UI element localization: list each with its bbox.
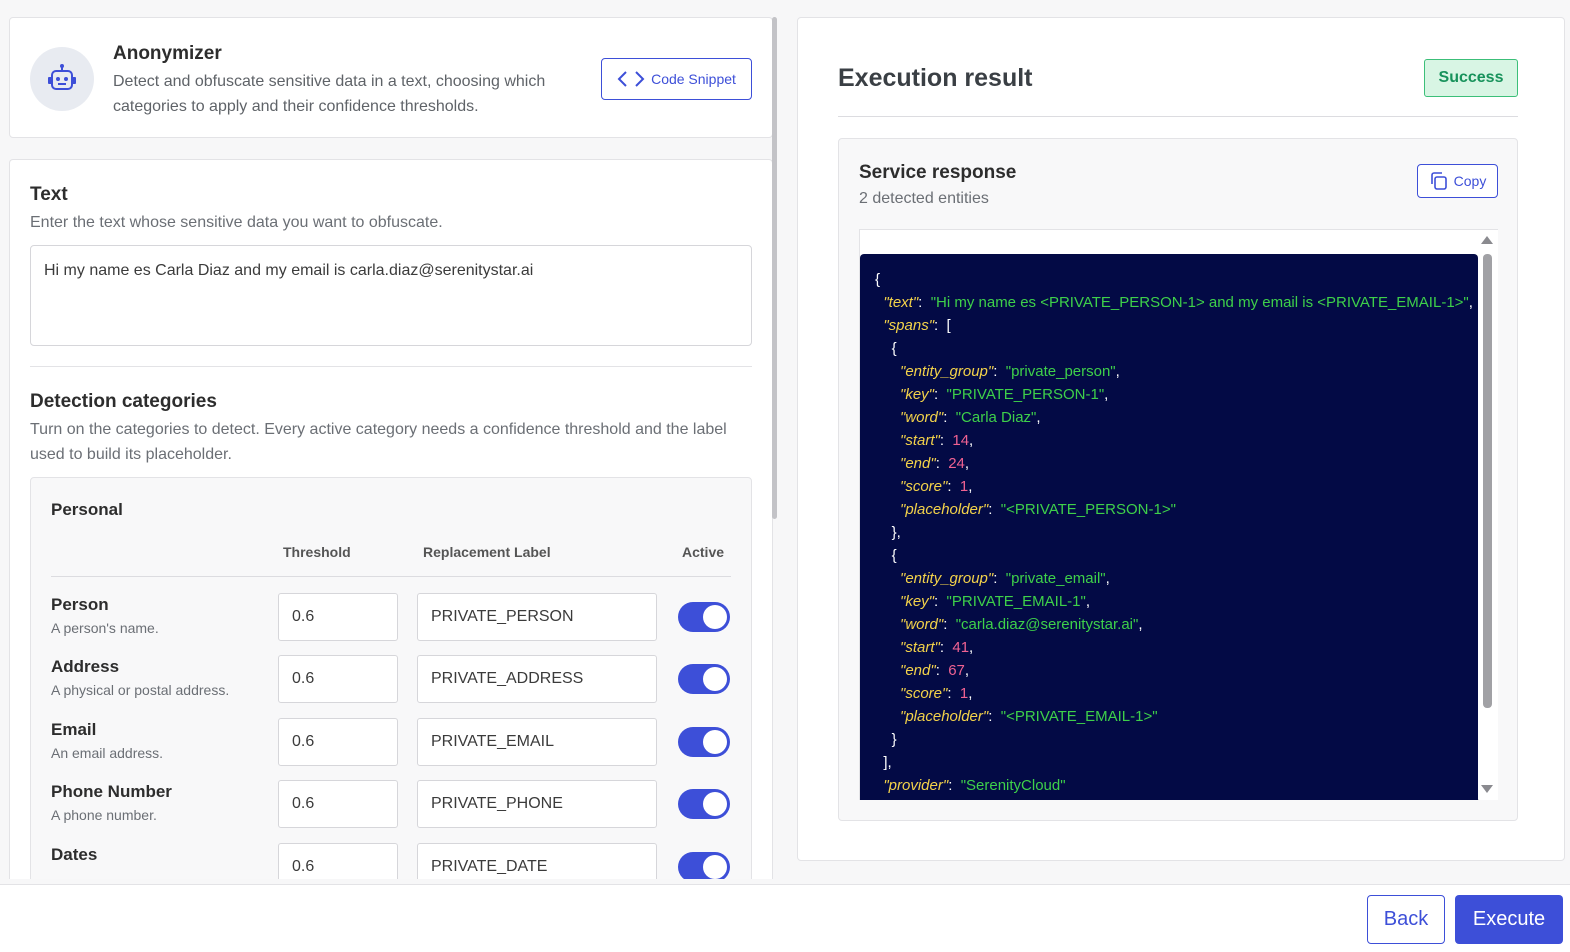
detection-title: Detection categories [30,391,217,412]
category-name: Phone Number [51,782,172,801]
json-line: } [875,731,897,748]
json-viewer: { "text": "Hi my name es <PRIVATE_PERSON… [859,229,1498,800]
replacement-label-input[interactable] [417,843,657,879]
form-card: Text Enter the text whose sensitive data… [9,159,773,879]
active-toggle[interactable] [678,664,730,694]
label-column-header: Replacement Label [423,544,551,560]
app-title: Anonymizer [113,43,222,64]
response-subtitle: 2 detected entities [859,190,989,207]
back-button[interactable]: Back [1367,895,1445,944]
code-snippet-button[interactable]: Code Snippet [601,58,752,100]
category-name: Email [51,720,97,739]
detection-description: Turn on the categories to detect. Every … [30,421,727,463]
category-description: A person's name. [51,620,159,636]
json-line: "end": 67, [900,662,970,679]
response-title: Service response [859,162,1017,183]
json-line: "score": 1, [900,685,973,702]
json-scrollbar-thumb[interactable] [1483,254,1492,708]
json-line: "start": 41, [900,639,974,656]
copy-icon [1430,172,1447,190]
json-line: "word": "Carla Diaz", [900,409,1041,426]
active-toggle[interactable] [678,852,730,879]
json-line: "start": 14, [900,432,974,449]
json-line: "placeholder": "<PRIVATE_PERSON-1>" [900,501,1176,518]
json-line: { [875,340,897,357]
threshold-input[interactable] [278,843,398,879]
code-icon [617,71,645,87]
threshold-column-header: Threshold [283,544,351,560]
json-line: "spans": [ [883,317,951,334]
category-name: Address [51,657,120,676]
json-line: { [875,547,897,564]
active-column-header: Active [682,544,725,560]
json-line: "placeholder": "<PRIVATE_EMAIL-1>" [900,708,1158,725]
service-response-box: Service response 2 detected entities Cop… [838,138,1518,821]
json-line: "word": "carla.diaz@serenitystar.ai", [900,616,1143,633]
text-section-description: Enter the text whose sensitive data you … [30,214,443,231]
text-section-title: Text [30,184,68,205]
copy-button[interactable]: Copy [1417,164,1498,198]
result-divider [838,116,1518,117]
json-line: "text": "Hi my name es <PRIVATE_PERSON-1… [883,294,1473,311]
json-line: "key": "PRIVATE_PERSON-1", [900,386,1109,403]
json-line: ], [875,754,892,771]
replacement-label-input[interactable] [417,780,657,828]
threshold-input[interactable] [278,780,398,828]
footer-bar [0,884,1570,952]
active-toggle[interactable] [678,602,730,632]
header-card: Anonymizer Detect and obfuscate sensitiv… [9,17,773,138]
header-divider [51,576,731,577]
json-line: }, [875,524,901,541]
json-line: { [875,271,881,288]
category-row-phone: Phone Number A phone number. [31,780,751,840]
category-description: An email address. [51,745,164,761]
category-row-address: Address A physical or postal address. [31,655,751,715]
result-card: Execution result Success Service respons… [797,17,1565,861]
replacement-label-input[interactable] [417,655,657,703]
status-badge: Success [1424,59,1518,97]
execute-button[interactable]: Execute [1455,895,1563,944]
section-divider [30,366,752,367]
json-line: "entity_group": "private_email", [900,570,1110,587]
active-toggle[interactable] [678,727,730,757]
category-row-dates: Dates [31,843,751,879]
left-panel-scrollbar[interactable] [772,17,777,519]
app-description: Detect and obfuscate sensitive data in a… [113,73,546,115]
category-name: Person [51,595,109,614]
category-group-title: Personal [51,500,123,519]
json-line: "provider": "SerenityCloud" [883,777,1066,794]
threshold-input[interactable] [278,655,398,703]
code-snippet-label: Code Snippet [651,71,736,87]
json-line: "key": "PRIVATE_EMAIL-1", [900,593,1091,610]
replacement-label-input[interactable] [417,593,657,641]
json-line: "score": 1, [900,478,973,495]
category-group-box: Personal Threshold Replacement Label Act… [30,477,752,879]
category-row-person: Person A person's name. [31,593,751,653]
robot-icon [30,47,94,111]
active-toggle[interactable] [678,789,730,819]
category-name: Dates [51,845,98,864]
category-row-email: Email An email address. [31,718,751,778]
result-title: Execution result [838,64,1033,92]
json-line: "entity_group": "private_person", [900,363,1120,380]
category-description: A physical or postal address. [51,682,230,698]
text-input[interactable]: Hi my name es Carla Diaz and my email is… [30,245,752,346]
threshold-input[interactable] [278,593,398,641]
copy-label: Copy [1453,173,1487,189]
scroll-up-icon[interactable] [1481,236,1493,244]
scroll-down-icon[interactable] [1481,785,1493,793]
threshold-input[interactable] [278,718,398,766]
json-code: { "text": "Hi my name es <PRIVATE_PERSON… [860,254,1478,800]
replacement-label-input[interactable] [417,718,657,766]
category-description: A phone number. [51,807,157,823]
json-line: "end": 24, [900,455,970,472]
